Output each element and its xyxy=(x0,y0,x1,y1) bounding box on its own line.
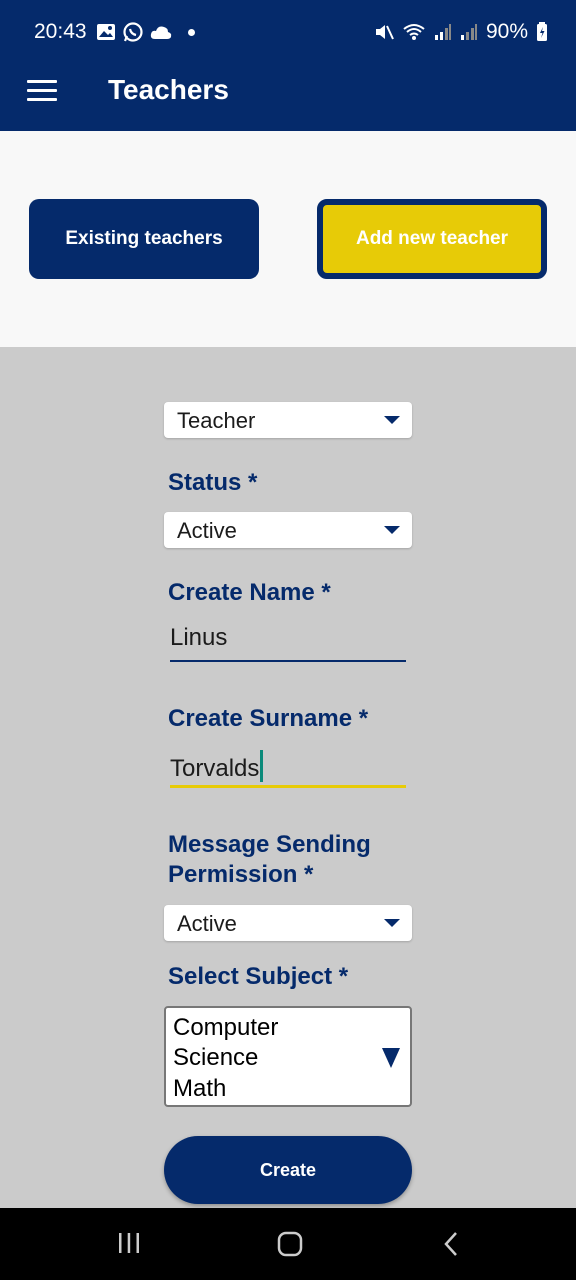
add-teacher-form: Teacher Status * Active Create Name * Li… xyxy=(0,347,576,1208)
wifi-icon xyxy=(403,24,425,40)
cloud-icon xyxy=(150,26,172,39)
image-icon xyxy=(97,24,115,40)
text-cursor xyxy=(260,750,264,782)
create-button[interactable]: Create xyxy=(164,1136,412,1204)
status-dropdown[interactable]: Active xyxy=(164,512,412,548)
message-permission-dropdown[interactable]: Active xyxy=(164,905,412,941)
dropdown-caret-icon xyxy=(384,416,400,424)
tab-switcher: Existing teachers Add new teacher xyxy=(0,131,576,347)
subject-option[interactable]: Computer xyxy=(173,1013,278,1043)
name-field-value: Linus xyxy=(170,624,228,651)
existing-teachers-button[interactable]: Existing teachers xyxy=(29,199,259,279)
back-icon[interactable] xyxy=(440,1230,464,1258)
whatsapp-icon xyxy=(123,22,143,42)
battery-icon xyxy=(537,22,547,41)
surname-field[interactable]: Torvalds xyxy=(170,746,406,788)
name-label: Create Name * xyxy=(168,579,331,606)
subject-select[interactable]: Computer Science Math xyxy=(164,1006,412,1107)
message-permission-label: Message Sending Permission * xyxy=(168,831,371,888)
surname-field-value: Torvalds xyxy=(170,755,260,782)
dropdown-caret-icon xyxy=(384,919,400,927)
battery-percent: 90% xyxy=(485,20,528,43)
app-bar: Teachers xyxy=(0,62,576,131)
notification-dot-icon xyxy=(188,28,195,36)
status-time: 20:43 xyxy=(34,20,87,43)
add-new-teacher-button[interactable]: Add new teacher xyxy=(317,199,547,279)
dropdown-caret-icon xyxy=(384,526,400,534)
message-permission-value: Active xyxy=(177,911,237,936)
status-bar: 20:43 90% xyxy=(0,0,576,62)
status-dropdown-value: Active xyxy=(177,518,237,543)
signal-icon xyxy=(460,24,477,40)
name-field[interactable]: Linus xyxy=(170,620,406,662)
hamburger-menu-icon[interactable] xyxy=(27,80,57,102)
select-caret-icon xyxy=(382,1048,400,1068)
role-dropdown-value: Teacher xyxy=(177,408,256,433)
role-dropdown[interactable]: Teacher xyxy=(164,402,412,438)
system-nav-bar xyxy=(0,1208,576,1280)
page-title: Teachers xyxy=(108,74,229,105)
subject-option[interactable]: Math xyxy=(173,1074,226,1104)
status-label: Status * xyxy=(168,469,258,496)
signal-icon xyxy=(434,24,451,40)
surname-label: Create Surname * xyxy=(168,705,369,732)
mute-icon xyxy=(375,25,394,40)
subject-option[interactable]: Science xyxy=(173,1043,258,1073)
subject-label: Select Subject * xyxy=(168,963,349,990)
recent-apps-icon[interactable] xyxy=(116,1230,142,1256)
home-icon[interactable] xyxy=(276,1230,304,1258)
